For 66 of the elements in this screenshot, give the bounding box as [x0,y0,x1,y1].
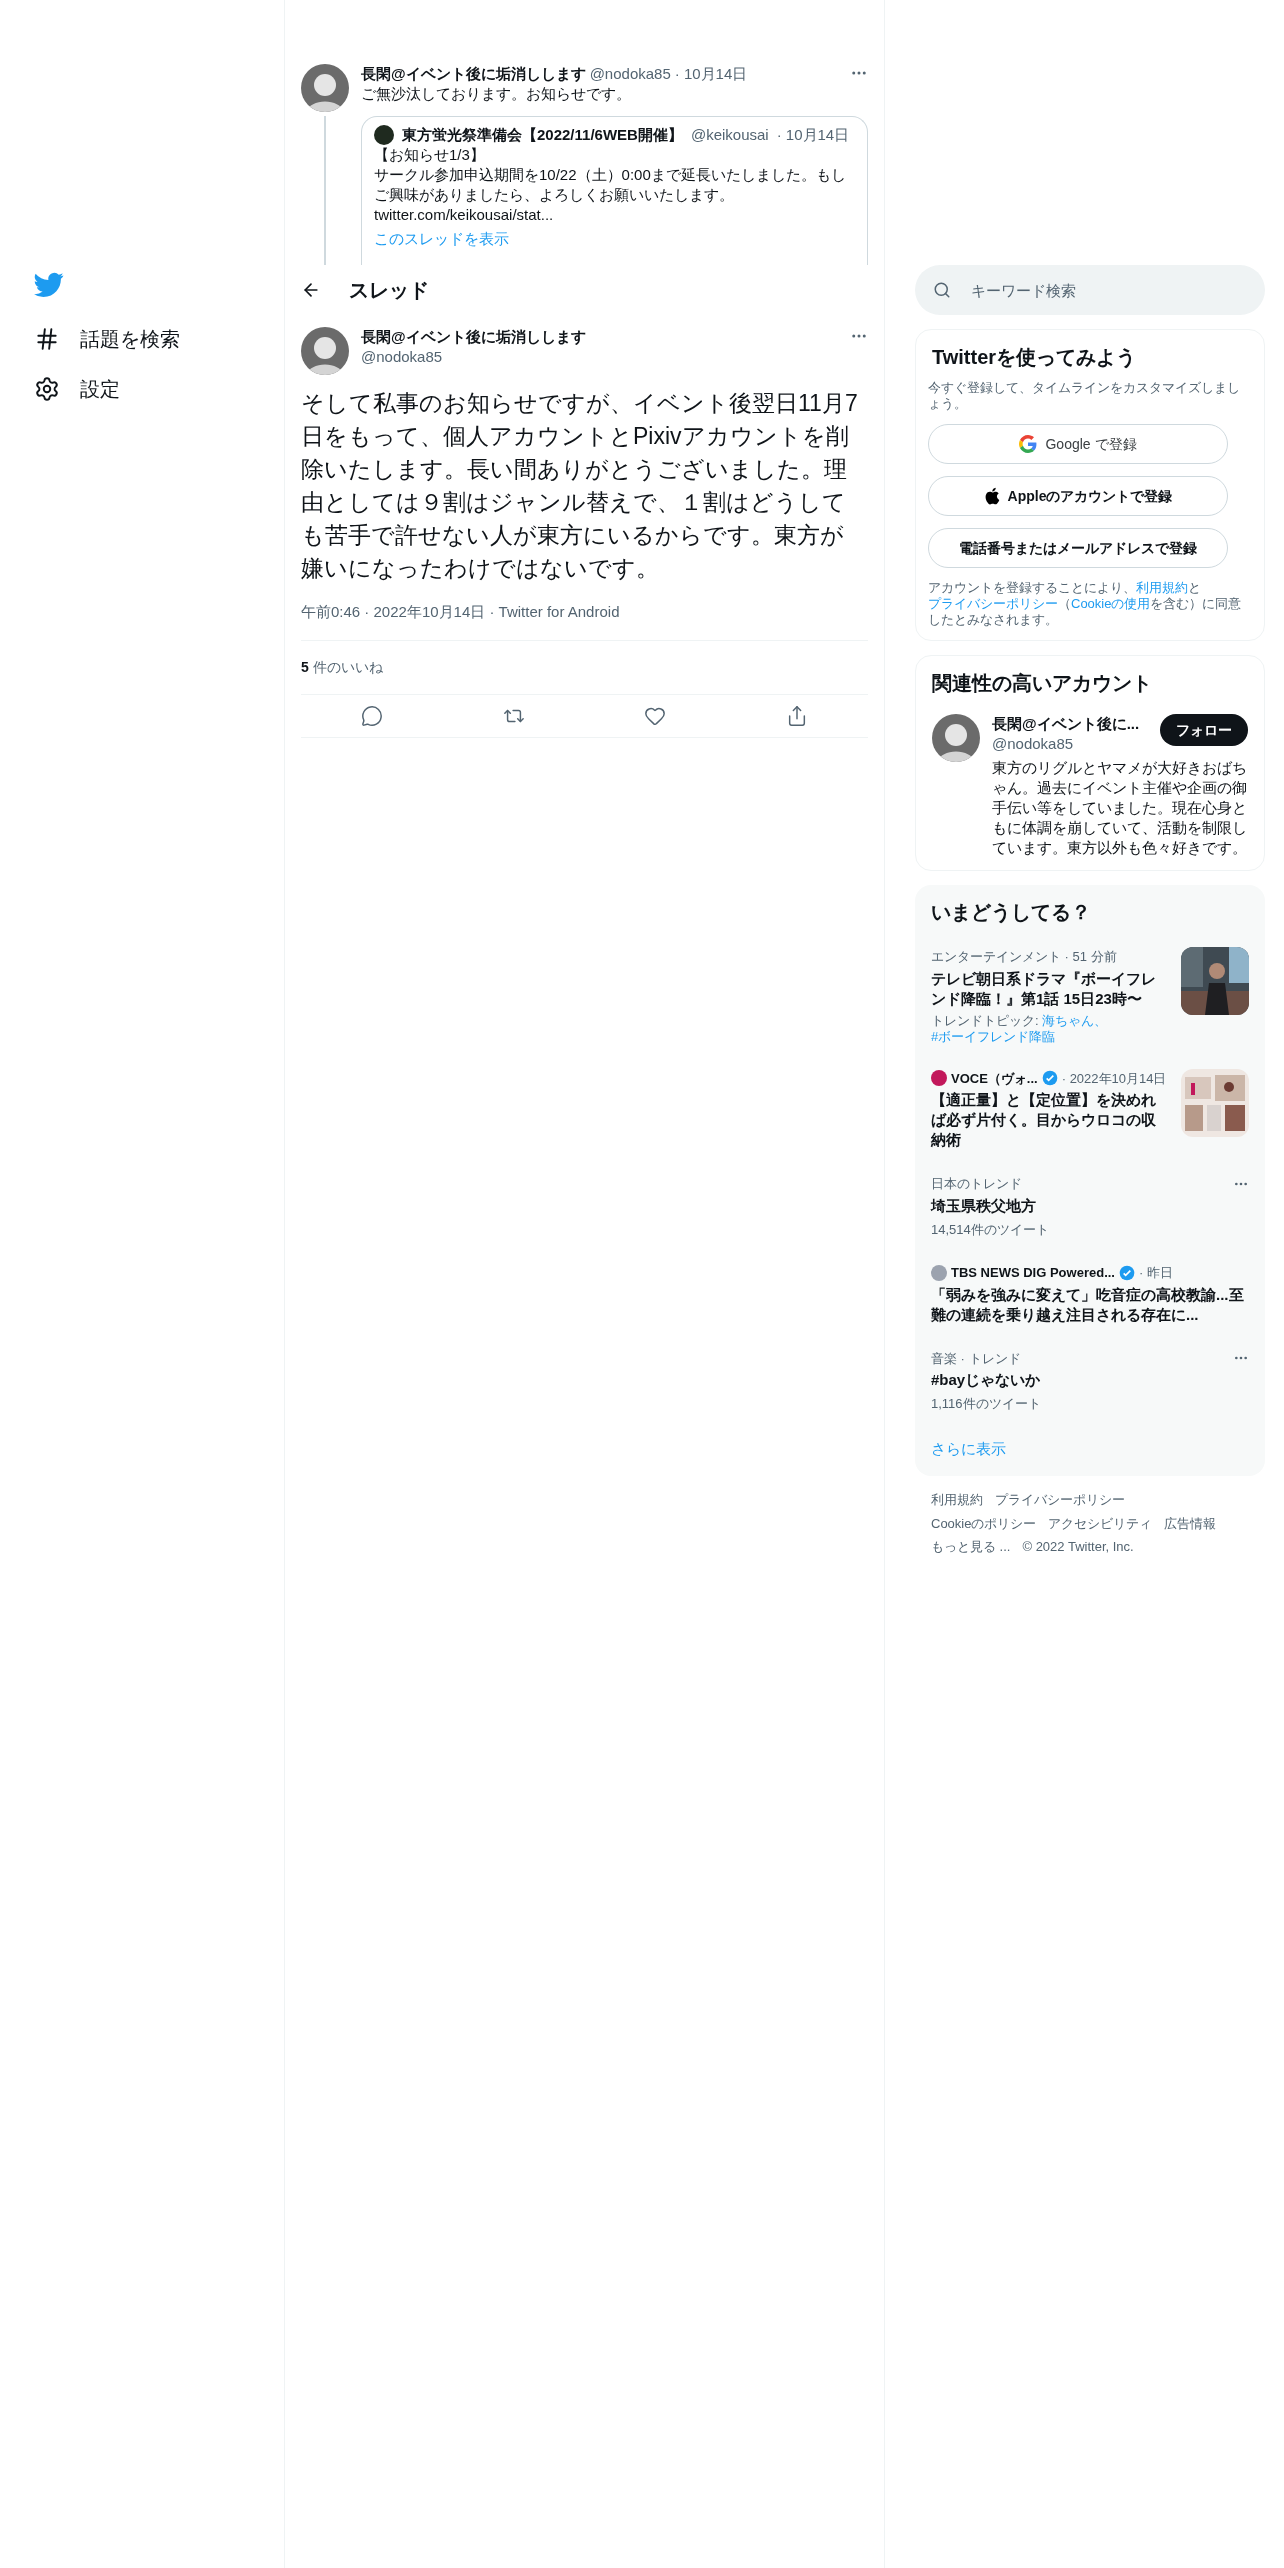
bird-logo-icon[interactable] [34,272,64,298]
author-handle[interactable]: @nodoka85 [589,64,671,84]
nav-link[interactable]: 話題を検索 [34,324,284,354]
reply-icon[interactable] [360,704,383,727]
trend-title: 埼玉県秩父地方 [931,1195,1037,1216]
nav-link[interactable]: 設定 [34,374,284,404]
trend-title: テレビ朝日系ドラマ『ボーイフレンド降臨！』第1話 15日23時〜 [931,968,1157,1009]
terms-text: アカウントを登録することにより、利用規約 と プライバシーポリシー（Cookieの使用を含む）に同意したとみなされます。 [928,580,1243,628]
footer-link[interactable]: アクセシビリティ [1048,1513,1153,1533]
tweet-date[interactable]: · 10月14日 [674,64,748,84]
trend-item[interactable]: TBS NEWS DIG Powered... · 昨日 「弱みを強みに変えて」吃音症の高校教諭...至難の連続を乗り越え注目される存在に... [915,1251,1265,1337]
card-title: いまどうしてる？ [930,900,1092,925]
quote-text: サークル参加申込期間を10/22（土）0:00まで延長いたしました。もしご興味がありましたら、よろしくお願いいたします。 [374,165,847,205]
footer-link[interactable]: 広告情報 [1164,1513,1217,1533]
search-field[interactable]: キーワード検索 [915,265,1265,315]
apple-logo-icon [983,487,1000,505]
trend-title: 【適正量】と【定位置】を決めれば必ず片付く。目からウロコの収納術 [931,1090,1157,1150]
card-title: Twitterを使ってみよう [931,345,1138,370]
settings-icon [34,376,60,402]
tweet-count: 14,514件のツイート [931,1220,1050,1239]
trend-item[interactable]: 日本のトレンド 埼玉県秩父地方 14,514件のツイート [915,1162,1265,1251]
quote-text: twitter.com/keikousai/stat... [374,205,555,225]
like-count: 5 [301,657,309,677]
tweet-meta: 午前0:46 · 2022年10月14日 · Twitter for Android [301,601,868,641]
trend-topic: トレンドトピック: 海ちゃん、 #ボーイフレンド降臨 [931,1012,1109,1045]
tweet-text: ご無沙汰しております。お知らせです。 [361,84,632,104]
author-name[interactable]: 長閑@イベント後に垢消しします [361,64,586,84]
trend-context: · 2022年10月14日 [1061,1069,1167,1088]
avatar[interactable] [301,327,349,375]
footer-link[interactable]: プライバシーポリシー [995,1490,1125,1510]
footer-link[interactable]: Cookieのポリシー [931,1513,1037,1533]
hashtag-icon [34,326,60,352]
quote-date: · 10月14日 [776,125,850,145]
card-title: 関連性の高いアカウント [932,671,1153,696]
trend-item[interactable]: 音楽 · トレンド #bayじゃないか 1,116件のツイート [915,1336,1265,1426]
account-handle[interactable]: @nodoka85 [992,734,1160,754]
quote-text: 【お知らせ1/3】 [374,145,486,165]
trend-context: エンターテインメント · 51 分前 [931,948,1117,966]
source-name: VOCE（ヴォ... [951,1069,1038,1088]
trend-item[interactable]: VOCE（ヴォ... · 2022年10月14日 【適正量】と【定位置】を決めれば必ず片付く。目からウロコの収納術 [915,1056,1265,1162]
trend-context: · 昨日 [1138,1264,1173,1282]
account-name[interactable]: 長閑@イベント後に... [992,714,1160,734]
account-bio: 東方のリグルとヤマメが大好きおばちゃん。過去にイベント主催や企画の御手伝い等をしていました。現在心身ともに体調を崩していて、活動を制限しています。東方以外も色々好きです。 [992,758,1248,858]
author-name[interactable]: 長閑@イベント後に垢消しします [361,327,838,347]
avatar[interactable] [932,714,980,762]
author-handle[interactable]: @nodoka85 [361,347,838,367]
header-title: スレッド [349,278,429,303]
follow-button[interactable]: フォロー [1160,714,1248,746]
footer-link[interactable]: もっと見る ... [931,1537,1011,1557]
quote-author-name: 東方蛍光祭準備会【2022/11/6WEB開催】 [402,125,683,145]
trend-context: 音楽 · トレンド [931,1349,1021,1368]
card-subtitle: 今すぐ登録して、タイムラインをカスタマイズしましょう。 [928,380,1241,412]
like-label: 件のいいね [312,657,383,677]
tweet-text: そして私事のお知らせですが、イベント後翌日11月7日をもって、個人アカウントとPixivアカウントを削除いたします。長い間ありがとうございました。理由としては９割はジャンル替えで、１割はどうしても苦手で許せない人が東方にいるからです。東方が嫌いになったわけではないです。 [301,389,859,583]
trend-title: 「弱みを強みに変えて」吃音症の高校教諭...至難の連続を乗り越え注目される存在に... [931,1284,1245,1325]
quote-author-handle: @keikousai [690,125,769,145]
google-logo-icon [1019,435,1038,453]
source-name: TBS NEWS DIG Powered... [951,1264,1115,1282]
trend-title: #bayじゃないか [931,1370,1042,1390]
trend-context: 日本のトレンド [931,1175,1022,1193]
tweet-count: 1,116件のツイート [931,1395,1042,1413]
quote-avatar [374,125,394,145]
footer-link[interactable]: 利用規約 [931,1490,983,1510]
footer-link[interactable]: © 2022 Twitter, Inc. [1022,1537,1134,1557]
avatar[interactable] [301,64,349,112]
search-icon [933,281,951,299]
